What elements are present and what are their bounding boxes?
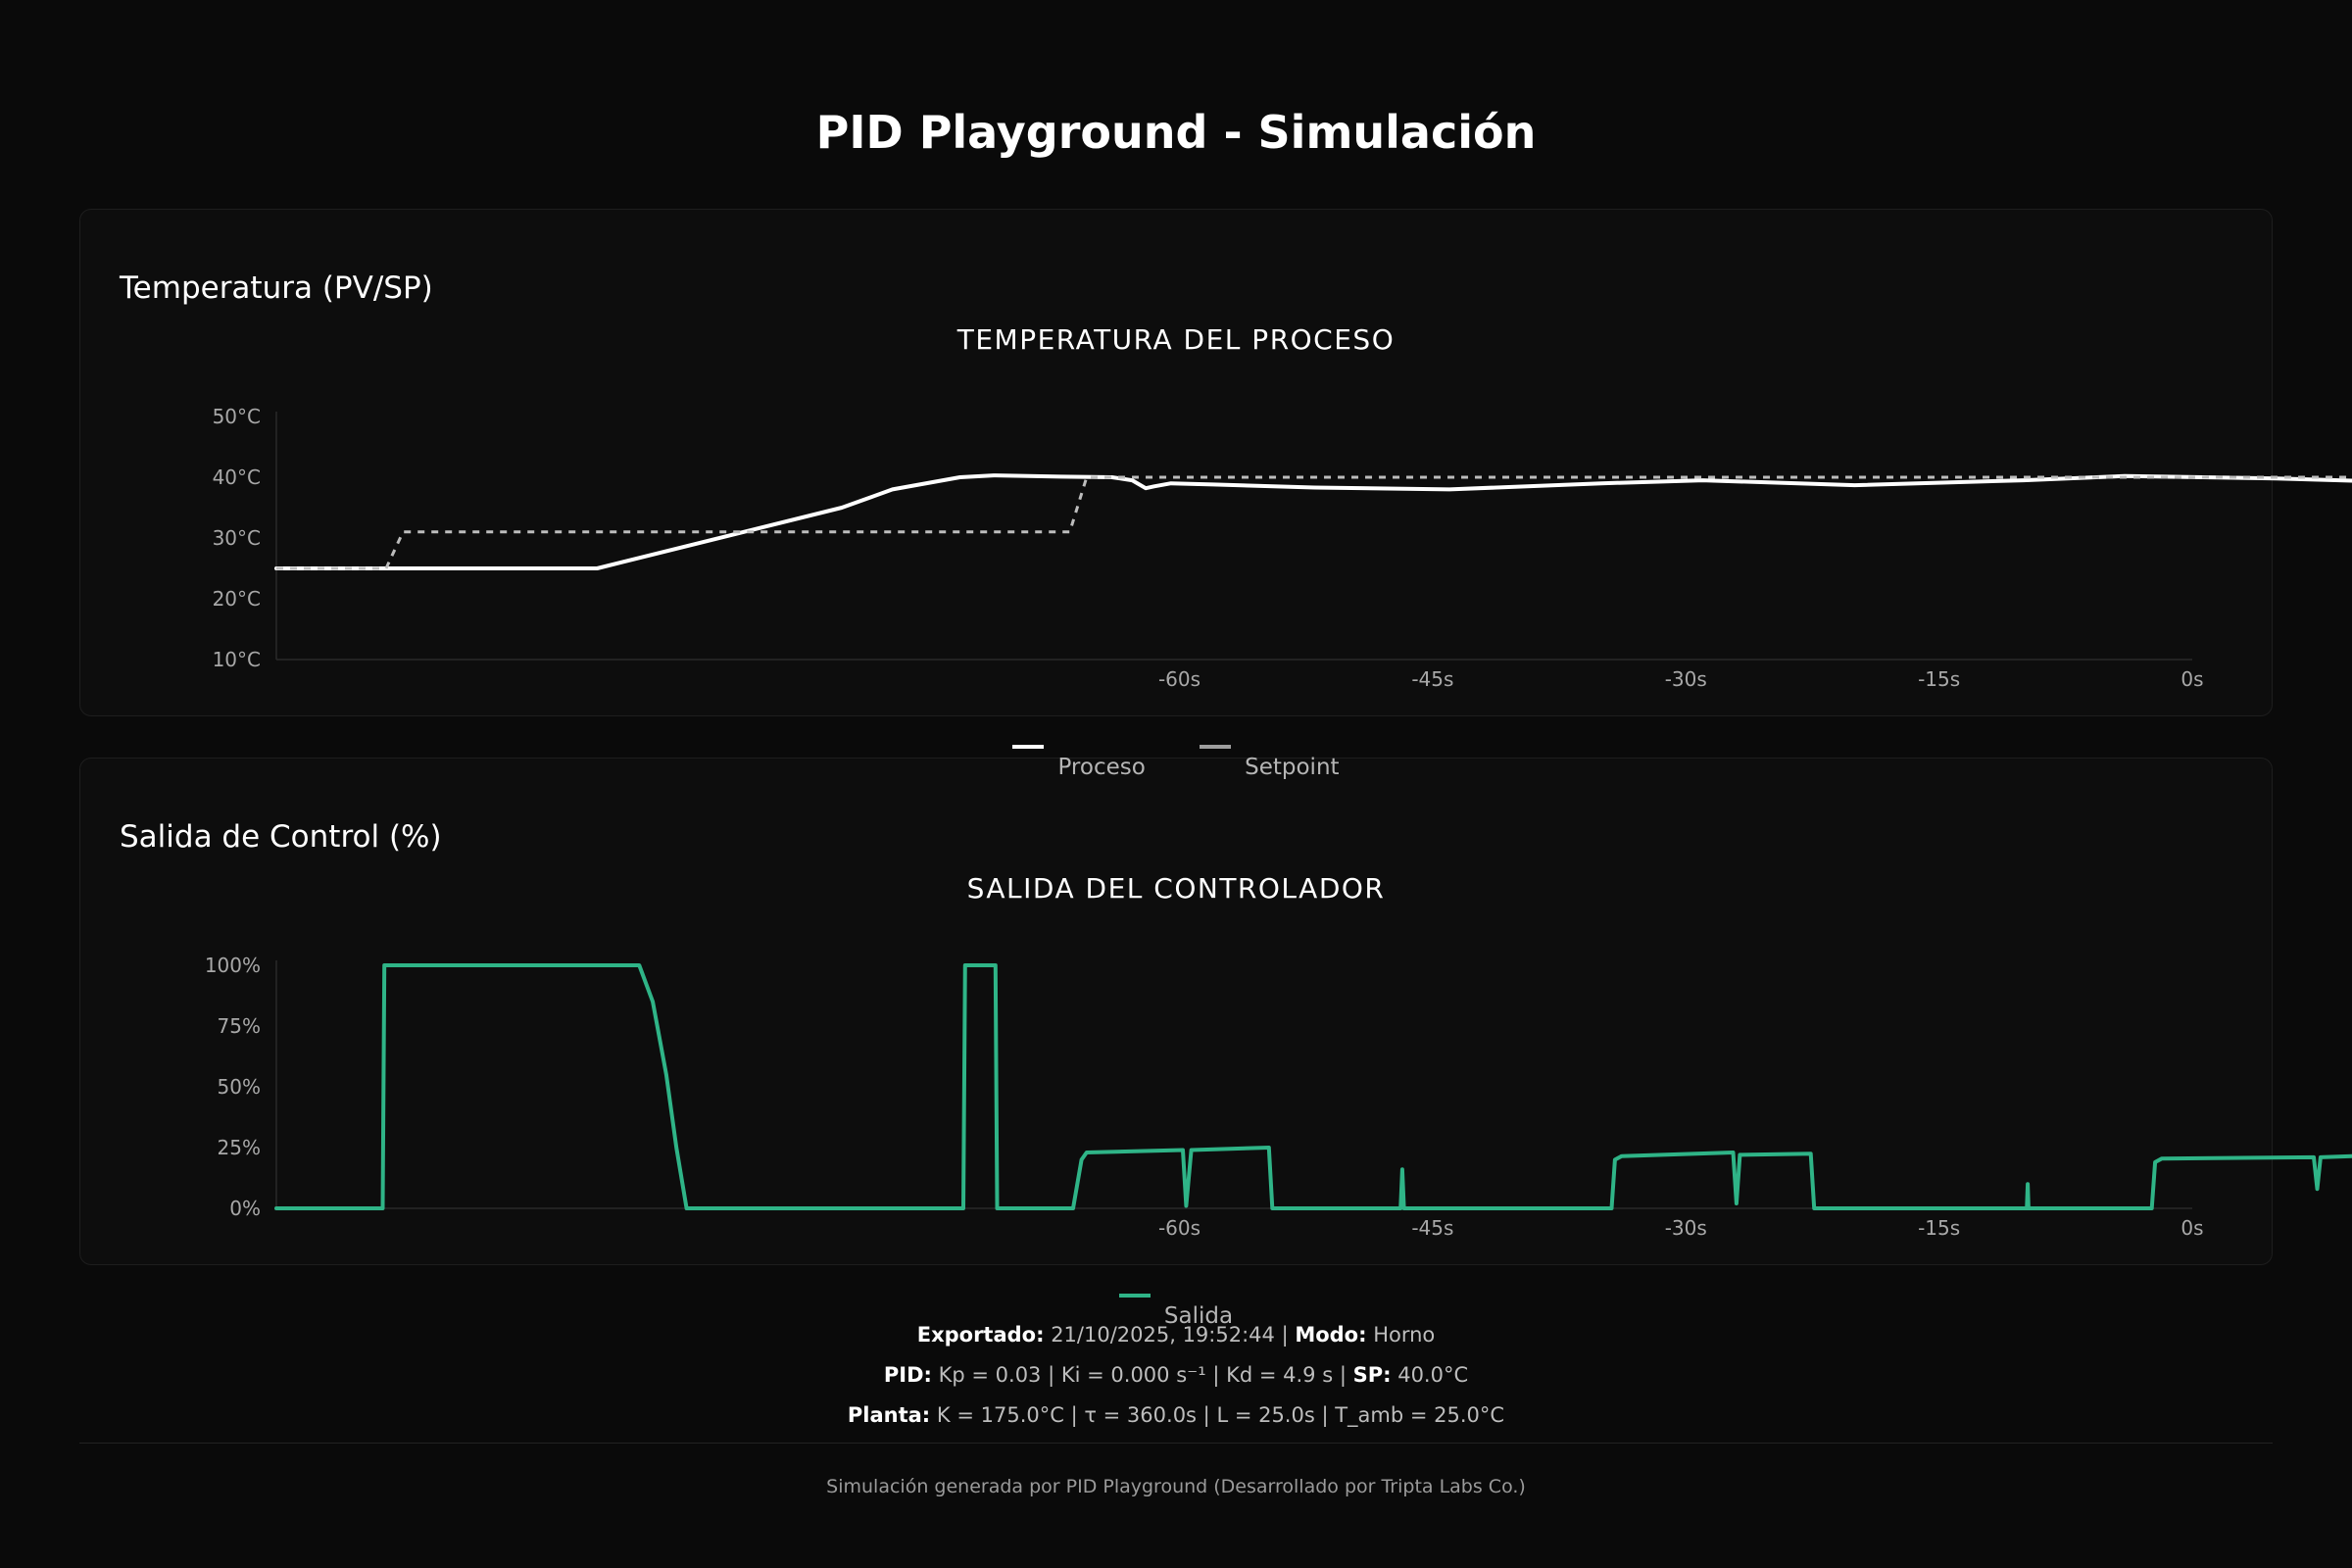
series-line-salida: [274, 963, 2352, 1210]
plant-l: L = 25.0s: [1216, 1403, 1315, 1427]
plant-label: Planta:: [847, 1403, 931, 1427]
x-tick-label: 0s: [2180, 1216, 2203, 1240]
legend-label-process: Proceso: [1057, 755, 1146, 780]
footer-text: Simulación generada por PID Playground (…: [826, 1476, 1526, 1497]
y-tick-label: 0%: [229, 1197, 261, 1220]
legend-item-process[interactable]: Proceso: [1012, 745, 1146, 780]
plant-tamb: T_amb = 25.0°C: [1335, 1403, 1505, 1427]
chart-title-temperature: TEMPERATURA DEL PROCESO: [956, 323, 1396, 356]
chart-title-output: SALIDA DEL CONTROLADOR: [967, 872, 1386, 905]
legend-label-setpoint: Setpoint: [1245, 755, 1340, 780]
pid-label: PID:: [883, 1363, 932, 1387]
sp-value: 40.0°C: [1397, 1363, 1469, 1387]
temperature-legend[interactable]: Proceso Setpoint: [0, 745, 2352, 780]
pid-info-line: PID: Kp = 0.03 | Ki = 0.000 s⁻¹ | Kd = 4…: [883, 1363, 1469, 1387]
sp-label: SP:: [1352, 1363, 1392, 1387]
y-tick-label: 30°C: [213, 526, 261, 550]
y-tick-label: 40°C: [213, 466, 261, 489]
mode-label: Modo:: [1295, 1323, 1367, 1347]
mode-value: Horno: [1373, 1323, 1436, 1347]
legend-item-setpoint[interactable]: Setpoint: [1200, 745, 1340, 780]
y-tick-label: 25%: [218, 1136, 261, 1159]
pid-kp: Kp = 0.03: [938, 1363, 1042, 1387]
export-info-line: Exportado: 21/10/2025, 19:52:44 | Modo: …: [916, 1323, 1436, 1347]
x-tick-label: -60s: [1158, 1216, 1200, 1240]
x-tick-label: -15s: [1918, 1216, 1960, 1240]
y-tick-label: 50°C: [213, 405, 261, 428]
plant-info-line: Planta: K = 175.0°C | τ = 360.0s | L = 2…: [847, 1403, 1505, 1427]
legend-swatch-output: [1118, 1294, 1151, 1298]
legend-swatch-process: [1012, 745, 1045, 749]
plant-tau: τ = 360.0s: [1084, 1403, 1197, 1427]
pid-ki: Ki = 0.000 s⁻¹: [1060, 1363, 1206, 1387]
exported-label: Exportado:: [916, 1323, 1045, 1347]
output-chart: SALIDA DEL CONTROLADOR 0% 25% 50% 75% 100% -60…: [205, 872, 2352, 1240]
y-tick-label: 50%: [218, 1075, 261, 1099]
x-tick-label: -30s: [1665, 1216, 1707, 1240]
y-tick-label: 75%: [218, 1014, 261, 1038]
footer-divider: [79, 1443, 2273, 1444]
plant-k: K = 175.0°C: [936, 1403, 1064, 1427]
y-tick-label: 100%: [205, 954, 261, 977]
pid-kd: Kd = 4.9 s: [1226, 1363, 1334, 1387]
exported-value: 21/10/2025, 19:52:44: [1051, 1323, 1275, 1347]
legend-swatch-setpoint: [1200, 745, 1232, 749]
x-tick-label: -45s: [1411, 1216, 1453, 1240]
